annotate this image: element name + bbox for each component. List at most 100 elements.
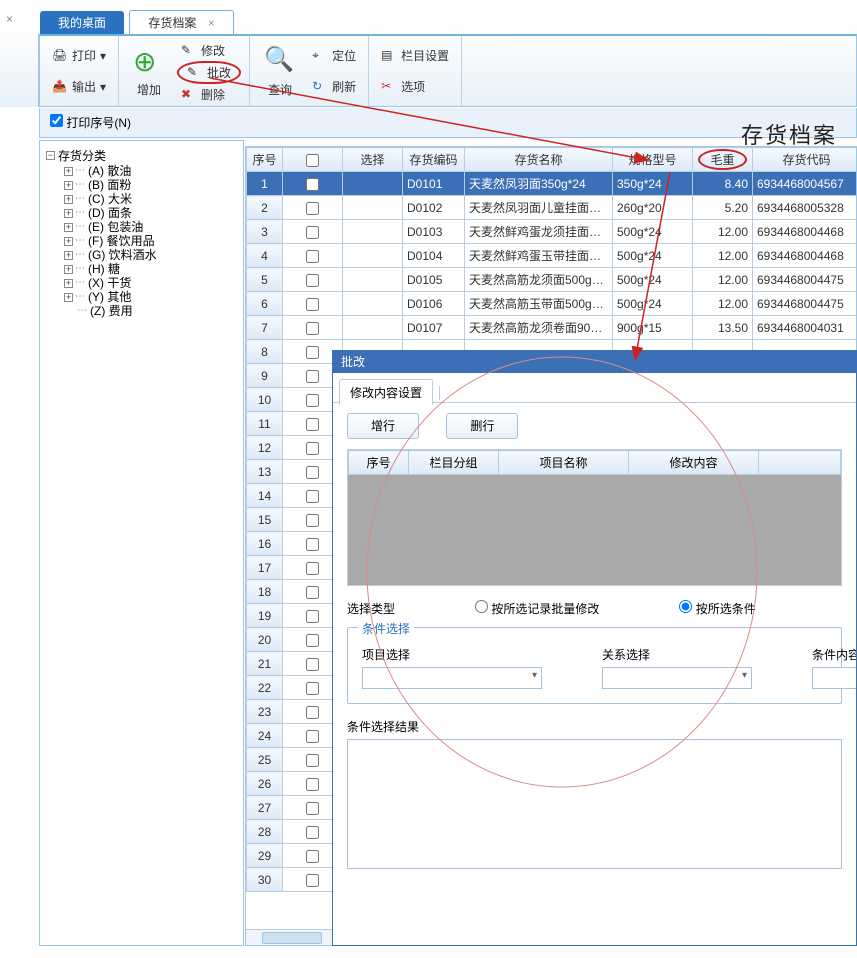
tree-item[interactable]: +⋯(C) 大米	[64, 192, 237, 206]
tree-item[interactable]: +⋯(F) 餐饮用品	[64, 234, 237, 248]
row-checkbox[interactable]	[283, 196, 343, 220]
table-row[interactable]: 5D0105天麦然高筋龙须面500g*24500g*2412.006934468…	[247, 268, 857, 292]
radio-by-condition[interactable]: 按所选条件	[679, 600, 755, 617]
tree-item[interactable]: +⋯(H) 糖	[64, 262, 237, 276]
output-button[interactable]: 📤输出 ▾	[48, 76, 110, 97]
table-row[interactable]: 3D0103天麦然鲜鸡蛋龙须挂面…500g*2412.0069344680044…	[247, 220, 857, 244]
export-icon: 📤	[52, 79, 68, 95]
plus-icon: ⊕	[133, 45, 165, 77]
expand-icon[interactable]: +	[64, 195, 73, 204]
category-tree: −存货分类 +⋯(A) 散油+⋯(B) 面粉+⋯(C) 大米+⋯(D) 面条+⋯…	[39, 140, 244, 946]
target-icon: ⌖	[312, 48, 328, 64]
row-checkbox[interactable]	[283, 172, 343, 196]
table-row[interactable]: 2D0102天麦然凤羽面儿童挂面…260g*205.20693446800532…	[247, 196, 857, 220]
tab-archive[interactable]: 存货档案 ×	[129, 10, 233, 35]
col-barcode[interactable]: 存货代码	[753, 148, 857, 172]
add-button[interactable]: ⊕增加	[127, 40, 171, 102]
trash-icon: ✖	[181, 87, 197, 103]
batch-edit-dialog: 批改 修改内容设置 增行 删行 序号 栏目分组 项目名称 修改内容 选择类型 按…	[332, 350, 857, 946]
edit-items-grid-body[interactable]	[348, 475, 841, 585]
tab-archive-label: 存货档案	[148, 16, 196, 30]
col-select[interactable]: 选择	[343, 148, 403, 172]
refresh-icon: ↻	[312, 79, 328, 95]
dcol-item[interactable]: 项目名称	[499, 451, 629, 475]
val-label: 条件内容	[812, 646, 856, 663]
tree-item[interactable]: +⋯(G) 饮料酒水	[64, 248, 237, 262]
dialog-tab-content[interactable]: 修改内容设置	[339, 379, 433, 405]
radio-by-selection[interactable]: 按所选记录批量修改	[475, 600, 599, 617]
table-row[interactable]: 1D0101天麦然凤羽面350g*24350g*248.406934468004…	[247, 172, 857, 196]
options-button[interactable]: ✂选项	[377, 76, 453, 97]
expand-icon[interactable]: +	[64, 293, 73, 302]
print-button[interactable]: 🖨打印 ▾	[48, 45, 110, 66]
expand-icon[interactable]: +	[64, 209, 73, 218]
expand-icon[interactable]: +	[64, 279, 73, 288]
relation-combo[interactable]	[602, 667, 752, 689]
collapse-icon[interactable]: −	[46, 151, 55, 160]
col-select-all[interactable]	[283, 148, 343, 172]
expand-icon[interactable]: +	[64, 251, 73, 260]
row-checkbox[interactable]	[283, 244, 343, 268]
condition-fieldset: 条件选择 项目选择 关系选择 条件内容	[347, 627, 842, 704]
tree-root[interactable]: −存货分类	[46, 147, 237, 164]
value-input[interactable]	[812, 667, 856, 689]
column-settings-button[interactable]: ▤栏目设置	[377, 45, 453, 66]
col-weight[interactable]: 毛重	[693, 148, 753, 172]
pencil-icon: ✎	[181, 43, 197, 59]
dcol-content[interactable]: 修改内容	[629, 451, 759, 475]
print-seq-bar: 打印序号(N)	[39, 108, 857, 138]
tree-item[interactable]: +⋯(A) 散油	[64, 164, 237, 178]
delete-row-button[interactable]: 删行	[446, 413, 518, 439]
edit-items-grid: 序号 栏目分组 项目名称 修改内容	[347, 449, 842, 586]
tree-item[interactable]: ⋯(Z) 费用	[64, 304, 237, 318]
proj-label: 项目选择	[362, 646, 542, 663]
col-spec[interactable]: 规格型号	[613, 148, 693, 172]
search-icon: 🔍	[264, 45, 296, 77]
batch-icon: ✎	[187, 65, 203, 81]
row-checkbox[interactable]	[283, 268, 343, 292]
col-rn[interactable]: 序号	[247, 148, 283, 172]
select-type-label: 选择类型	[347, 600, 395, 617]
row-checkbox[interactable]	[283, 220, 343, 244]
tree-item[interactable]: +⋯(B) 面粉	[64, 178, 237, 192]
project-combo[interactable]	[362, 667, 542, 689]
tree-item[interactable]: +⋯(E) 包装油	[64, 220, 237, 234]
edit-button[interactable]: ✎修改	[177, 40, 241, 61]
printer-icon: 🖨	[52, 48, 68, 64]
locate-button[interactable]: ⌖定位	[308, 45, 360, 66]
tree-item[interactable]: +⋯(D) 面条	[64, 206, 237, 220]
close-icon[interactable]: ×	[6, 12, 13, 26]
add-row-button[interactable]: 增行	[347, 413, 419, 439]
print-seq-checkbox[interactable]: 打印序号(N)	[50, 116, 131, 130]
expand-icon[interactable]: +	[64, 181, 73, 190]
tree-item[interactable]: +⋯(X) 干货	[64, 276, 237, 290]
expand-icon[interactable]: +	[64, 265, 73, 274]
tab-close-icon[interactable]: ×	[208, 16, 215, 30]
expand-icon[interactable]: +	[64, 237, 73, 246]
batch-edit-button[interactable]: ✎批改	[177, 61, 241, 84]
tab-strip: × 我的桌面 存货档案 ×	[0, 10, 857, 34]
table-row[interactable]: 6D0106天麦然高筋玉带面500g*24500g*2412.006934468…	[247, 292, 857, 316]
row-checkbox[interactable]	[283, 316, 343, 340]
dcol-extra	[759, 451, 841, 475]
tree-item[interactable]: +⋯(Y) 其他	[64, 290, 237, 304]
ribbon: 🖨打印 ▾ 📤输出 ▾ ⊕增加 ✎修改 ✎批改 ✖删除 🔍查询 ⌖定位 ↻刷新 …	[39, 34, 857, 107]
tab-desktop[interactable]: 我的桌面	[40, 11, 124, 36]
result-box[interactable]	[347, 739, 842, 869]
col-code[interactable]: 存货编码	[403, 148, 465, 172]
query-button[interactable]: 🔍查询	[258, 40, 302, 102]
row-checkbox[interactable]	[283, 292, 343, 316]
table-row[interactable]: 7D0107天麦然高筋龙须卷面90…900g*1513.506934468004…	[247, 316, 857, 340]
rel-label: 关系选择	[602, 646, 752, 663]
col-name[interactable]: 存货名称	[465, 148, 613, 172]
expand-icon[interactable]: +	[64, 167, 73, 176]
dcol-rn[interactable]: 序号	[349, 451, 409, 475]
dialog-tabs: 修改内容设置	[333, 373, 856, 403]
expand-icon[interactable]: +	[64, 223, 73, 232]
dcol-group[interactable]: 栏目分组	[409, 451, 499, 475]
refresh-button[interactable]: ↻刷新	[308, 76, 360, 97]
scrollbar-thumb[interactable]	[262, 932, 322, 944]
table-row[interactable]: 4D0104天麦然鲜鸡蛋玉带挂面…500g*2412.0069344680044…	[247, 244, 857, 268]
delete-button[interactable]: ✖删除	[177, 84, 241, 105]
ribbon-left-gutter	[0, 34, 39, 107]
